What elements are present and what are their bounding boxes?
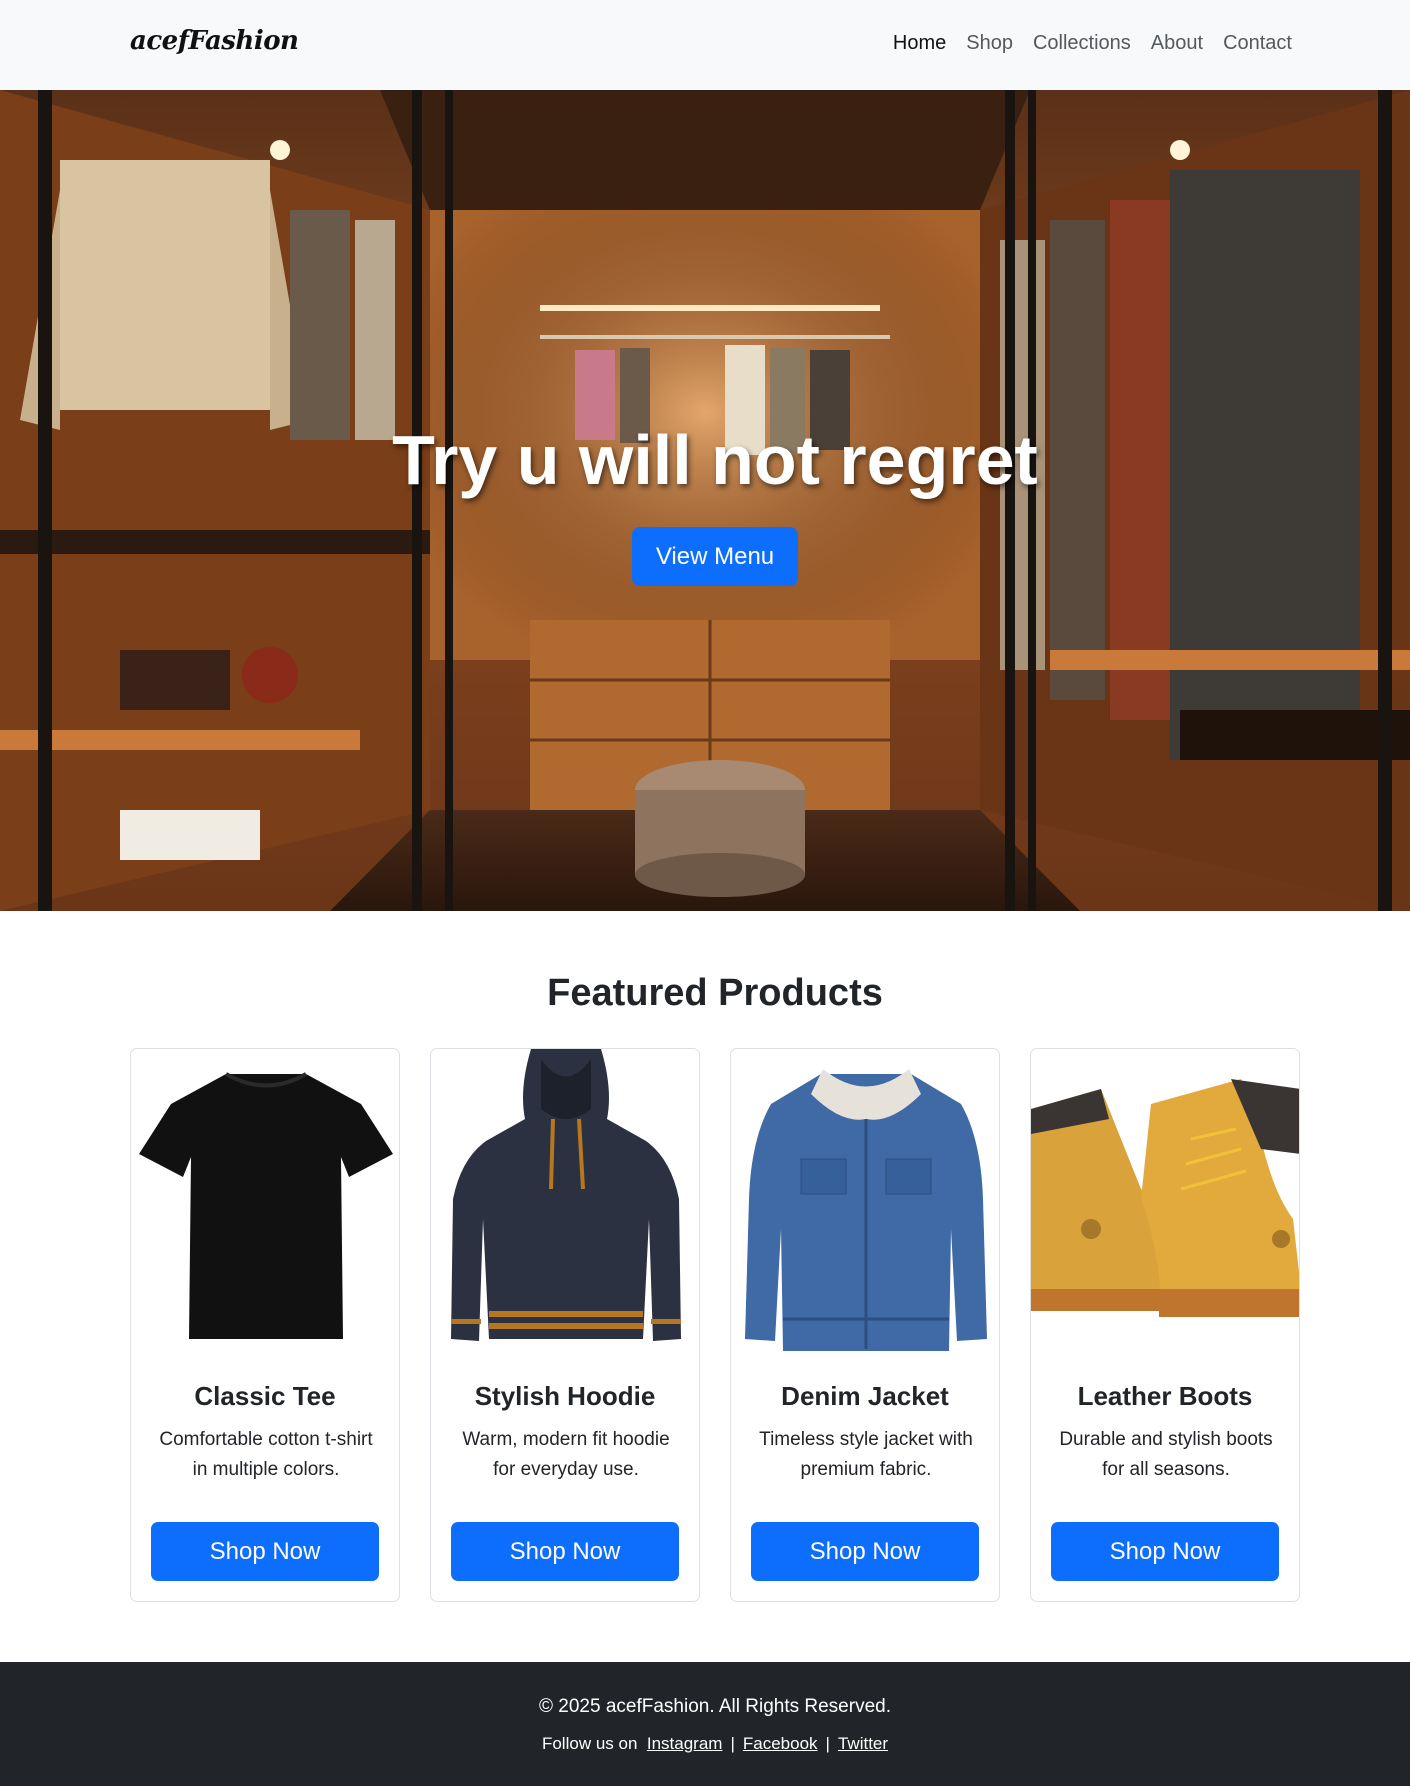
- hero-title: Try u will not regret: [392, 421, 1038, 499]
- nav-link-shop[interactable]: Shop: [966, 32, 1013, 55]
- boots-image: [1031, 1049, 1299, 1367]
- product-name: Leather Boots: [1077, 1381, 1253, 1411]
- product-description: Timeless style jacket with premium fabri…: [759, 1429, 973, 1480]
- view-menu-button[interactable]: View Menu: [632, 527, 798, 586]
- twitter-link[interactable]: Twitter: [838, 1734, 888, 1753]
- product-description: Durable and stylish boots for all season…: [1059, 1429, 1273, 1480]
- footer-copyright: © 2025 acefFashion. All Rights Reserved.: [539, 1696, 891, 1717]
- shop-now-button[interactable]: Shop Now: [751, 1522, 979, 1581]
- nav-link-home[interactable]: Home: [893, 32, 946, 55]
- jacket-image: [731, 1049, 999, 1367]
- hero-wardrobe-image: [0, 90, 1410, 911]
- navbar: acefFashion Home Shop Collections About …: [0, 0, 1410, 90]
- footer-social: Follow us on Instagram | Facebook | Twitter: [0, 1734, 1410, 1754]
- facebook-link[interactable]: Facebook: [743, 1734, 818, 1753]
- product-description: Comfortable cotton t-shirt in multiple c…: [159, 1429, 373, 1480]
- separator: |: [825, 1734, 830, 1753]
- shop-now-button[interactable]: Shop Now: [1051, 1522, 1279, 1581]
- shop-now-button[interactable]: Shop Now: [151, 1522, 379, 1581]
- product-card-stylish-hoodie: Stylish Hoodie Warm, modern fit hoodie f…: [430, 1048, 700, 1602]
- footer: © 2025 acefFashion. All Rights Reserved.…: [0, 1662, 1410, 1786]
- product-card-denim-jacket: Denim Jacket Timeless style jacket with …: [730, 1048, 1000, 1602]
- product-grid: Classic Tee Comfortable cotton t-shirt i…: [130, 1048, 1300, 1602]
- product-name: Denim Jacket: [781, 1381, 949, 1411]
- product-name: Stylish Hoodie: [474, 1381, 656, 1411]
- product-name: Classic Tee: [194, 1381, 336, 1411]
- nav-link-about[interactable]: About: [1151, 32, 1203, 55]
- product-description: Warm, modern fit hoodie for everyday use…: [462, 1429, 670, 1480]
- instagram-link[interactable]: Instagram: [647, 1734, 723, 1753]
- brand-logo[interactable]: acefFashion: [130, 26, 299, 56]
- nav-link-contact[interactable]: Contact: [1223, 32, 1292, 55]
- hero-banner: Try u will not regret View Menu: [0, 90, 1410, 911]
- main-nav: Home Shop Collections About Contact: [893, 32, 1292, 55]
- nav-link-collections[interactable]: Collections: [1033, 32, 1131, 55]
- shop-now-button[interactable]: Shop Now: [451, 1522, 679, 1581]
- featured-products-title: Featured Products: [547, 972, 883, 1014]
- separator: |: [730, 1734, 735, 1753]
- follow-label: Follow us on: [541, 1734, 638, 1753]
- product-card-leather-boots: Leather Boots Durable and stylish boots …: [1030, 1048, 1300, 1602]
- product-card-classic-tee: Classic Tee Comfortable cotton t-shirt i…: [130, 1048, 400, 1602]
- t-shirt-image: [131, 1049, 399, 1367]
- hoodie-image: [431, 1049, 699, 1367]
